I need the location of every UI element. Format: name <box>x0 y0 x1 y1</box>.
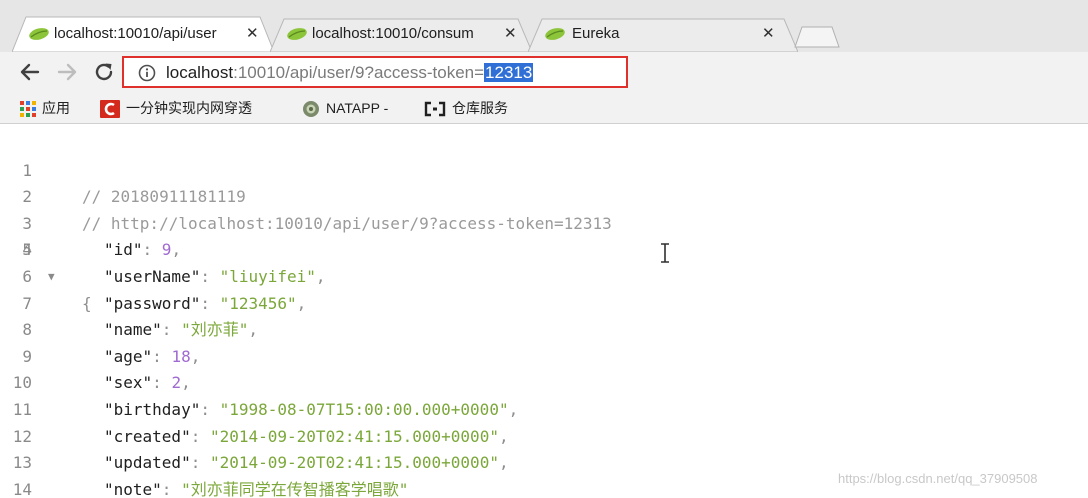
json-field: "note": "刘亦菲同学在传智播客学唱歌" <box>104 479 409 498</box>
line-number: 12 <box>12 426 32 446</box>
watermark: https://blog.csdn.net/qq_37909508 <box>838 471 1038 486</box>
json-key: "userName" <box>104 267 201 286</box>
json-field: "password": "123456", <box>104 293 307 313</box>
json-key: "id" <box>104 240 143 260</box>
spring-leaf-icon <box>545 28 565 40</box>
address-bar[interactable]: localhost:10010/api/user/9?access-token=… <box>122 56 628 88</box>
json-field: "userName": "liuyifei", <box>104 267 326 286</box>
line-number: 14 <box>12 479 32 498</box>
url-path: :10010/api/user/9?access-token= <box>233 63 485 82</box>
json-value: 18 <box>171 346 191 366</box>
json-value: "2014-09-20T02:41:15.000+0000" <box>209 426 499 446</box>
line-number: 9 <box>22 346 32 366</box>
json-key: "password" <box>104 293 201 313</box>
tab-eureka[interactable]: Eureka ✕ <box>528 16 798 52</box>
bookmarks-bar: 应用 一分钟实现内网穿透 NATAPP - 仓库服务 <box>0 92 1088 124</box>
code-line: 9 "age": 18, <box>0 344 1088 371</box>
spring-leaf-icon <box>287 28 307 40</box>
apps-grid-icon <box>20 101 36 118</box>
tab-strip: localhost:10010/api/user ✕ localhost:100… <box>0 0 1088 52</box>
json-field: "updated": "2014-09-20T02:41:15.000+0000… <box>104 453 509 473</box>
json-field: "created": "2014-09-20T02:41:15.000+0000… <box>104 426 509 446</box>
json-value: "liuyifei" <box>219 267 316 286</box>
line-number: 10 <box>12 373 32 393</box>
code-line: 6 "userName": "liuyifei", <box>0 264 1088 291</box>
tab-close-icon[interactable]: ✕ <box>504 24 517 44</box>
line-number: 13 <box>12 453 32 473</box>
json-field: "age": 18, <box>104 346 201 366</box>
json-key: "name" <box>104 320 162 340</box>
back-arrow-icon[interactable] <box>18 60 42 84</box>
code-line: 3 <box>0 184 1088 233</box>
json-key: "created" <box>104 426 191 446</box>
json-field: "id": 9, <box>104 240 182 260</box>
line-number: 11 <box>12 400 32 419</box>
tab-api-user[interactable]: localhost:10010/api/user ✕ <box>12 16 274 52</box>
code-line: 8 "name": "刘亦菲", <box>0 317 1088 344</box>
url-selected-text: 12313 <box>484 63 534 82</box>
spring-leaf-icon <box>29 28 49 40</box>
json-key: "updated" <box>104 453 191 473</box>
json-value: 9 <box>161 240 172 260</box>
json-field: "birthday": "1998-08-07T15:00:00.000+000… <box>104 400 519 419</box>
natapp-logo-icon <box>303 101 319 118</box>
json-key: "birthday" <box>104 400 201 419</box>
tab-close-icon[interactable]: ✕ <box>246 24 259 44</box>
code-line: 7 "password": "123456", <box>0 291 1088 318</box>
bookmark-apps[interactable]: 应用 <box>20 98 70 118</box>
toolbar: localhost:10010/api/user/9?access-token=… <box>0 52 1088 92</box>
tab-title: localhost:10010/consum <box>312 25 474 42</box>
bookmark-repo[interactable]: 仓库服务 <box>424 98 508 118</box>
line-number: 7 <box>22 293 32 313</box>
json-value: 2 <box>171 373 182 393</box>
bookmark-label: 一分钟实现内网穿透 <box>126 100 252 116</box>
tab-title: Eureka <box>572 25 620 42</box>
repo-logo-icon <box>424 102 446 117</box>
line-number: 6 <box>22 267 32 286</box>
json-field: "name": "刘亦菲", <box>104 320 258 340</box>
code-line: 12 "created": "2014-09-20T02:41:15.000+00… <box>0 424 1088 451</box>
json-value: "123456" <box>219 293 297 313</box>
line-number: 5 <box>22 240 32 260</box>
reload-icon[interactable] <box>92 60 116 84</box>
json-key: "sex" <box>104 373 153 393</box>
tab-title: localhost:10010/api/user <box>54 25 217 42</box>
red-c-logo-icon <box>100 100 120 119</box>
code-line: 5 "id": 9, <box>0 237 1088 264</box>
bookmark-label: 应用 <box>42 100 70 116</box>
json-key: "note" <box>104 479 162 498</box>
json-viewer[interactable]: 1 // 20180911181119 2 // http://localhos… <box>0 125 1088 498</box>
new-tab-button[interactable] <box>794 26 840 48</box>
json-value: "刘亦菲同学在传智播客学唱歌" <box>181 479 409 498</box>
tab-close-icon[interactable]: ✕ <box>762 24 775 44</box>
json-field: "sex": 2, <box>104 373 191 393</box>
bookmark-natapp[interactable]: NATAPP - <box>302 98 388 118</box>
code-line: 11 "birthday": "1998-08-07T15:00:00.000+0… <box>0 397 1088 424</box>
json-value: "刘亦菲" <box>181 320 249 340</box>
json-key: "age" <box>104 346 153 366</box>
text-cursor-icon <box>661 243 669 263</box>
tab-consumer[interactable]: localhost:10010/consum ✕ <box>270 16 532 52</box>
url-host: localhost <box>166 63 234 82</box>
bookmark-label: 仓库服务 <box>452 100 508 116</box>
code-line: 10 "sex": 2, <box>0 370 1088 397</box>
code-line: 4 ▼ { <box>0 211 1088 312</box>
bookmark-intranet[interactable]: 一分钟实现内网穿透 <box>100 98 252 119</box>
forward-arrow-icon[interactable] <box>55 60 79 84</box>
code-line: 2 // http://localhost:10010/api/user/9?a… <box>0 158 1088 233</box>
address-url[interactable]: localhost:10010/api/user/9?access-token=… <box>166 63 534 83</box>
bookmark-label: NATAPP - <box>326 100 389 116</box>
info-icon[interactable] <box>138 64 156 82</box>
json-value: "2014-09-20T02:41:15.000+0000" <box>209 453 499 473</box>
line-number: 8 <box>22 320 32 340</box>
code-line: 1 // 20180911181119 <box>0 131 1088 207</box>
json-value: "1998-08-07T15:00:00.000+0000" <box>219 400 509 419</box>
